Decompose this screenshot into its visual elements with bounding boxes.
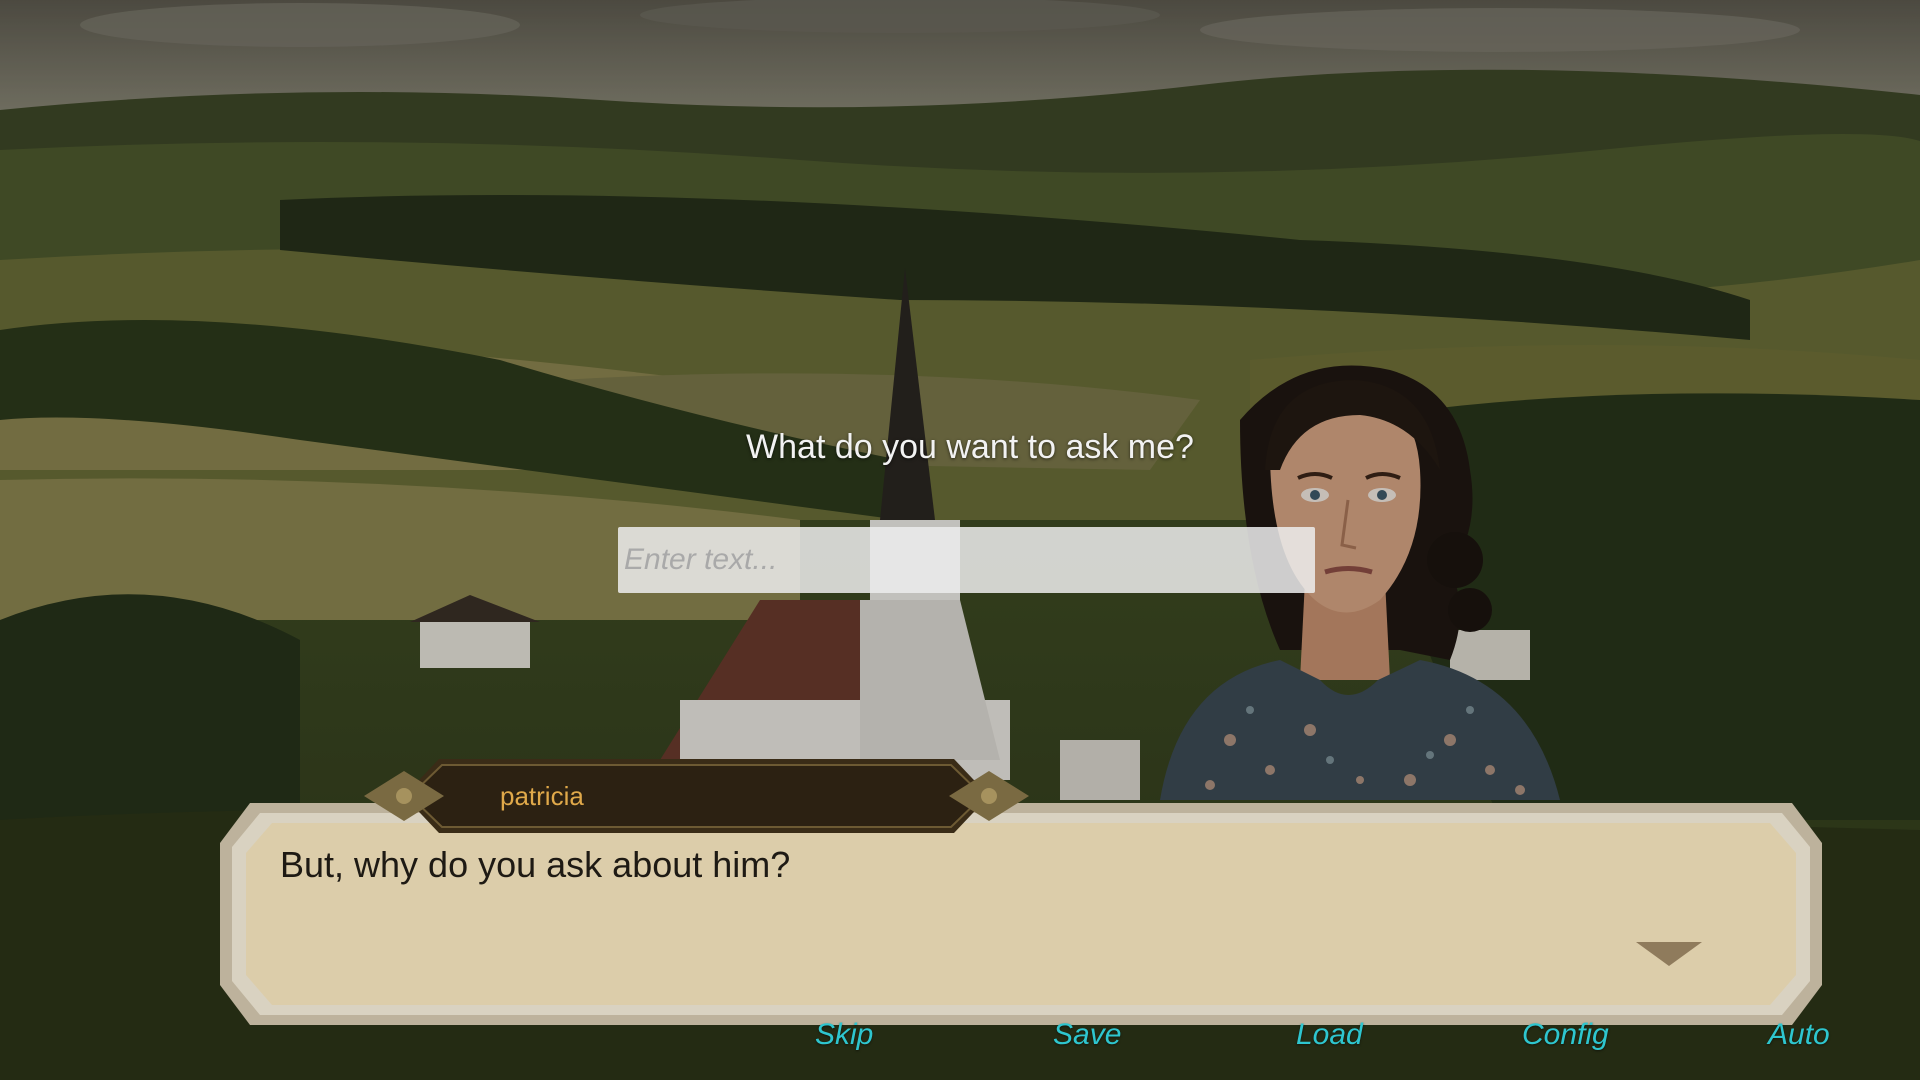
- dialogue-box[interactable]: [220, 803, 1822, 1025]
- auto-button[interactable]: Auto: [1768, 1012, 1830, 1058]
- skip-button[interactable]: Skip: [815, 1012, 873, 1058]
- load-button[interactable]: Load: [1296, 1012, 1363, 1058]
- question-prompt: What do you want to ask me?: [746, 428, 1194, 466]
- config-button[interactable]: Config: [1522, 1012, 1609, 1058]
- quick-menu: Skip Save Load Config Auto: [0, 1012, 1920, 1058]
- answer-text-input[interactable]: [618, 527, 1315, 593]
- triangle-down-icon[interactable]: [1636, 940, 1702, 968]
- speaker-name: patricia: [500, 781, 584, 811]
- save-button[interactable]: Save: [1053, 1012, 1121, 1058]
- dialogue-text: But, why do you ask about him?: [280, 844, 791, 885]
